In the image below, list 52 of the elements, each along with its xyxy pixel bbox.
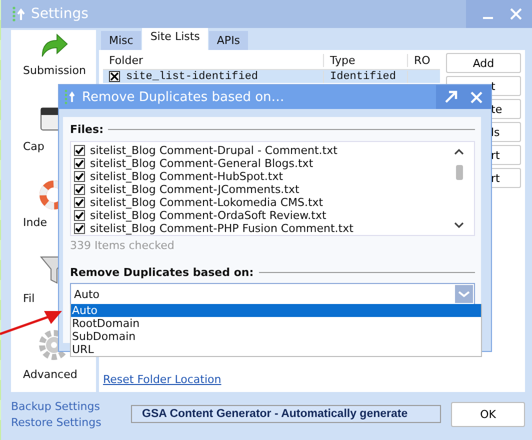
scroll-down-icon[interactable] [454,222,464,229]
ok-button[interactable]: OK [451,402,525,426]
file-name[interactable]: sitelist_Blog Comment-General Blogs.txt [90,157,314,170]
nav-item-label[interactable]: Cap [11,140,44,153]
column-header[interactable]: Type [324,54,408,67]
file-name[interactable]: sitelist_Blog Comment-Drupal - Comment.txt [90,144,338,157]
table-cell: Identified [324,70,408,82]
checkbox[interactable] [109,71,120,82]
mode-combobox[interactable]: Auto [70,283,475,305]
nav-item-label[interactable]: Inde [11,216,47,229]
checkbox[interactable] [74,184,85,195]
column-header[interactable]: Folder [103,54,324,67]
nav-item-label[interactable]: Fil [11,292,35,305]
status-field: GSA Content Generator - Automatically generate [131,405,441,423]
checkbox[interactable] [74,197,85,208]
dropdown-option[interactable]: RootDomain [71,317,481,330]
section-label: Remove Duplicates based on: [70,266,254,279]
nav-item-label[interactable]: Submission [11,64,86,77]
checkbox[interactable] [74,210,85,221]
footer-link[interactable]: Backup Settings [11,400,121,412]
window-title: Settings [31,6,88,22]
dropdown-option[interactable]: URL [71,343,481,356]
tab[interactable]: Misc [101,31,142,50]
dialog-title: Remove Duplicates based on… [82,90,284,104]
file-name[interactable]: sitelist_Blog Comment-Lokomedia CMS.txt [90,196,324,209]
file-name[interactable]: sitelist_Blog Comment-HubSpot.txt [90,170,284,183]
checkbox[interactable] [74,223,85,234]
footer-link[interactable]: Restore Settings [11,416,121,428]
file-name[interactable]: sitelist_Blog Comment-OrdaSoft Review.txt [90,209,326,222]
tab[interactable]: Site Lists [142,28,208,50]
scroll-up-icon[interactable] [454,148,464,155]
nav-item-label[interactable]: Advanced [11,368,78,381]
items-checked-count: 339 Items checked [70,239,176,252]
expand-icon[interactable] [444,90,458,104]
checkbox[interactable] [74,145,85,156]
dropdown-option[interactable]: SubDomain [71,330,481,343]
dropdown-option[interactable]: Auto [71,304,481,317]
file-name[interactable]: sitelist_Blog Comment-PHP Fusion Comment.txt [90,222,354,235]
app-icon [64,89,76,105]
reset-folder-link[interactable]: Reset Folder Location [103,373,222,386]
checkbox[interactable] [74,171,85,182]
checkbox[interactable] [74,158,85,169]
file-name[interactable]: sitelist_Blog Comment-JComments.txt [90,183,300,196]
table-cell: site_list-identified [126,70,258,82]
app-icon [11,6,25,22]
column-header[interactable]: RO [408,54,440,67]
scrollbar-thumb[interactable] [456,165,462,180]
table-row[interactable]: site_list-identified Identified [103,70,440,83]
close-icon[interactable] [470,90,483,104]
section-label: Files: [70,123,104,136]
side-button[interactable]: Add [446,53,521,73]
tab[interactable]: APIs [208,31,248,50]
